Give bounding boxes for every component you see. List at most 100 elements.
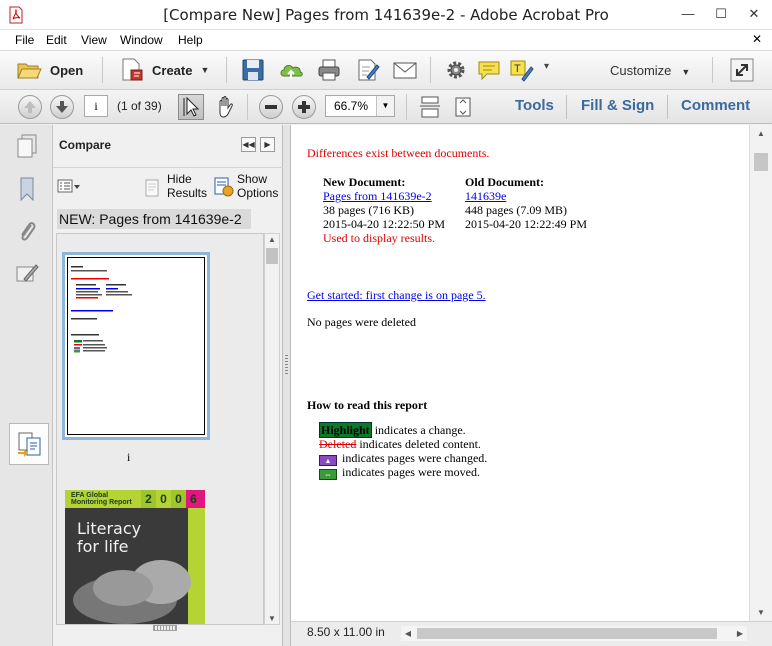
customize-caret-icon: ▼ — [681, 67, 691, 77]
legend-deleted-text: indicates deleted content. — [356, 437, 481, 451]
email-icon[interactable] — [392, 57, 418, 83]
scroll-down-icon[interactable]: ▼ — [265, 614, 279, 623]
cloud-upload-icon[interactable] — [278, 57, 304, 83]
customize-label: Customize — [610, 63, 672, 78]
open-button[interactable]: Open — [16, 55, 83, 85]
highlight-sample: Highlight — [319, 422, 372, 438]
old-document-link[interactable]: 141639e — [465, 189, 506, 204]
zoom-dropdown-caret-icon[interactable]: ▼ — [376, 96, 394, 116]
page-thumbnails-icon[interactable] — [14, 133, 40, 161]
document-vertical-scrollbar[interactable]: ▲ ▼ — [749, 125, 772, 621]
close-document-icon[interactable]: ✕ — [752, 32, 762, 46]
panel-splitter[interactable] — [283, 125, 291, 646]
scrolling-mode-icon[interactable] — [418, 95, 442, 119]
cursor-arrow-icon — [183, 96, 200, 117]
zoom-in-button[interactable] — [292, 95, 316, 119]
compare-panel-header: Compare ◀◀ ▶ — [53, 125, 283, 165]
compare-panel: Compare ◀◀ ▶ Hide Results Show Options NEW… — [53, 125, 283, 646]
print-icon[interactable] — [316, 57, 342, 83]
document-view[interactable]: Differences exist between documents. New… — [291, 125, 749, 621]
expand-window-icon[interactable] — [729, 57, 755, 83]
compare-panel-tab[interactable] — [9, 423, 49, 465]
panel-resize-grip[interactable] — [153, 625, 177, 631]
cover-year-digit: 6 — [190, 492, 197, 506]
scroll-down-icon[interactable]: ▼ — [750, 608, 772, 617]
old-document-date: 2015-04-20 12:22:49 PM — [465, 217, 588, 231]
save-icon[interactable] — [240, 57, 266, 83]
fill-sign-pane-button[interactable]: Fill & Sign — [581, 97, 654, 114]
scrollbar-thumb[interactable] — [754, 153, 768, 171]
legend-changed-text: indicates pages were changed. — [339, 451, 488, 465]
new-document-link[interactable]: Pages from 141639e-2 — [323, 189, 432, 204]
get-started-link[interactable]: Get started: first change is on page 5. — [307, 288, 486, 303]
scroll-up-icon[interactable]: ▲ — [750, 129, 772, 138]
document-horizontal-scrollbar[interactable]: ◀ ▶ — [401, 626, 747, 641]
create-button[interactable]: Create ▼ — [120, 55, 209, 85]
select-tool-button[interactable] — [178, 94, 204, 120]
tools-pane-button[interactable]: Tools — [515, 97, 554, 114]
scroll-left-icon[interactable]: ◀ — [401, 626, 415, 641]
menu-window[interactable]: Window — [120, 33, 163, 47]
comment-pane-button[interactable]: Comment — [681, 97, 750, 114]
close-window-button[interactable]: ✕ — [738, 0, 770, 28]
page-thumbnail-selected[interactable] — [62, 252, 210, 440]
collapse-panel-icon[interactable]: ◀◀ — [241, 137, 256, 152]
compare-panel-toolbar: Hide Results Show Options — [53, 167, 283, 203]
edit-document-icon[interactable] — [355, 57, 381, 83]
show-options-button[interactable]: Show Options — [213, 172, 283, 202]
title-bar: [Compare New] Pages from 141639e-2 - Ado… — [0, 0, 772, 30]
next-page-button[interactable] — [50, 95, 74, 119]
zoom-level-field[interactable]: 66.7% ▼ — [325, 95, 395, 117]
moved-page-icon: ⇔ — [319, 469, 337, 480]
status-bar: 8.50 x 11.00 in ◀ ▶ — [291, 621, 772, 646]
menu-edit[interactable]: Edit — [46, 33, 67, 47]
menu-view[interactable]: View — [81, 33, 107, 47]
hide-results-button[interactable]: Hide Results — [143, 172, 213, 202]
more-tools-caret-icon[interactable]: ▾ — [544, 61, 549, 72]
highlight-text-icon[interactable]: T — [508, 57, 534, 83]
toolbar-divider — [712, 57, 713, 83]
menu-help[interactable]: Help — [178, 33, 203, 47]
panel-forward-icon[interactable]: ▶ — [260, 137, 275, 152]
signatures-icon[interactable] — [14, 259, 40, 287]
menu-file[interactable]: File — [15, 33, 34, 47]
attachment-paperclip-icon[interactable] — [14, 217, 40, 245]
thumbnail-page-label: i — [127, 450, 131, 464]
cover-page-preview — [65, 490, 205, 624]
hide-results-label: Hide Results — [167, 172, 208, 200]
page-number-input[interactable]: i — [84, 95, 108, 117]
report-page-preview — [67, 257, 205, 435]
fit-page-icon[interactable] — [451, 95, 475, 119]
hide-results-icon — [145, 179, 159, 197]
zoom-out-button[interactable] — [259, 95, 283, 119]
scrollbar-thumb[interactable] — [266, 248, 278, 264]
panel-options-button[interactable] — [57, 178, 81, 194]
zoom-value: 66.7% — [334, 99, 369, 113]
gear-icon[interactable] — [443, 57, 469, 83]
old-document-pages: 448 pages (7.09 MB) — [465, 203, 567, 217]
cover-year: 2 0 0 6 — [141, 492, 201, 506]
scroll-up-icon[interactable]: ▲ — [265, 235, 279, 244]
toolbar-divider — [102, 57, 103, 83]
legend-deleted: Deleted indicates deleted content. — [319, 437, 481, 452]
scroll-right-icon[interactable]: ▶ — [733, 626, 747, 641]
toolbar-divider — [667, 95, 668, 119]
navigation-toolbar: i (1 of 39) 66.7% ▼ Tools Fill & Sign Co… — [0, 90, 772, 124]
page-thumbnail[interactable]: EFA Global Monitoring Report 2 0 0 6 Lit… — [65, 490, 205, 624]
minimize-button[interactable]: — — [672, 0, 704, 28]
hand-tool-icon[interactable] — [213, 94, 239, 120]
previous-page-button[interactable] — [18, 95, 42, 119]
comment-bubble-icon[interactable] — [476, 57, 502, 83]
splitter-grip[interactable] — [285, 355, 288, 375]
page-thumbnail-list[interactable]: i EFA Global Monitoring Report 2 0 0 6 L… — [56, 233, 264, 625]
customize-dropdown[interactable]: Customize ▼ — [610, 63, 690, 78]
differences-notice: Differences exist between documents. — [307, 146, 490, 160]
menu-bar: File Edit View Window Help ✕ — [0, 30, 772, 50]
minus-icon — [265, 105, 277, 109]
maximize-button[interactable]: ☐ — [705, 0, 737, 28]
thumbnail-scrollbar[interactable]: ▲ ▼ — [264, 233, 280, 625]
scrollbar-thumb[interactable] — [417, 628, 717, 639]
navigation-rail — [0, 125, 53, 646]
deleted-sample: Deleted — [319, 437, 357, 451]
bookmark-icon[interactable] — [14, 175, 40, 203]
